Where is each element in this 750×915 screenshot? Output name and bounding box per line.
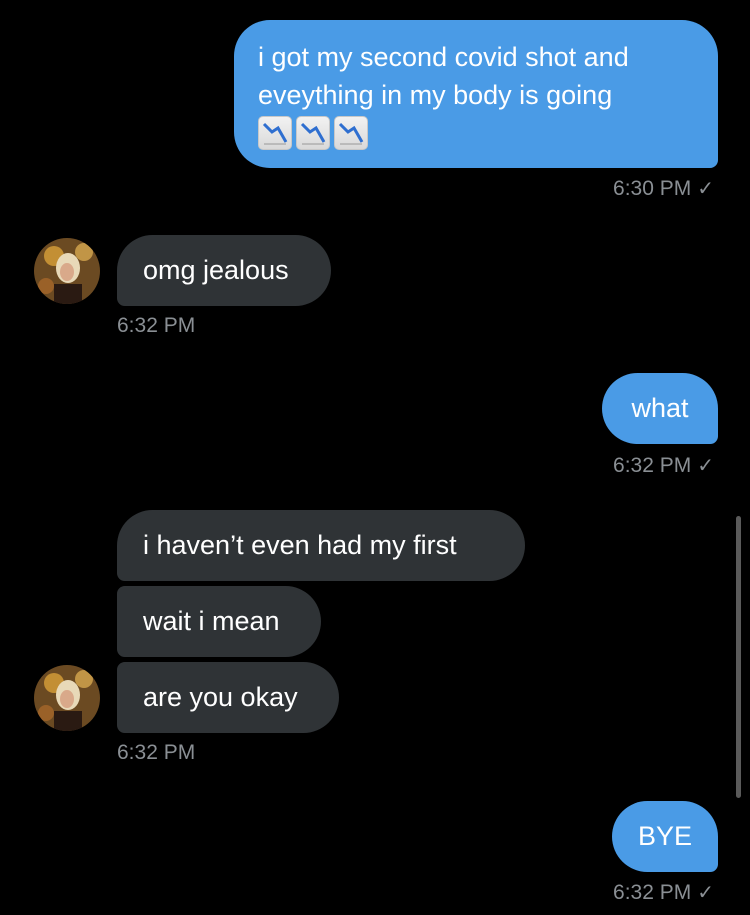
received-message-bubble[interactable]: i haven’t even had my first (117, 510, 525, 581)
message-text: wait i mean (143, 606, 280, 636)
message-text: i haven’t even had my first (143, 530, 457, 560)
contact-avatar[interactable] (34, 238, 100, 304)
message-timestamp: 6:32 PM (117, 741, 196, 764)
chart-decreasing-icon (258, 116, 292, 150)
sent-message-bubble[interactable]: BYE (612, 801, 718, 872)
contact-avatar[interactable] (34, 665, 100, 731)
read-check-icon: ✓ (697, 882, 714, 904)
received-message-bubble[interactable]: are you okay (117, 662, 339, 733)
received-message-bubble[interactable]: wait i mean (117, 586, 321, 657)
message-timestamp: 6:30 PM ✓ (613, 176, 714, 201)
chart-decreasing-icon (334, 116, 368, 150)
sent-message-bubble[interactable]: i got my second covid shot and eveything… (234, 20, 718, 168)
read-check-icon: ✓ (697, 178, 714, 200)
timestamp-text: 6:32 PM (613, 454, 692, 477)
sent-message-bubble[interactable]: what (602, 373, 718, 444)
chart-decreasing-icon (296, 116, 330, 150)
timestamp-text: 6:32 PM (613, 881, 692, 904)
read-check-icon: ✓ (697, 455, 714, 477)
timestamp-text: 6:30 PM (613, 177, 692, 200)
message-text: omg jealous (143, 255, 289, 285)
message-text: i got my second covid shot and (258, 42, 629, 72)
scrollbar[interactable] (736, 516, 741, 798)
message-text: eveything in my body is going (258, 80, 613, 110)
message-timestamp: 6:32 PM ✓ (613, 880, 714, 905)
message-text: what (631, 393, 689, 423)
message-text: BYE (637, 821, 693, 851)
message-timestamp: 6:32 PM ✓ (613, 453, 714, 478)
message-timestamp: 6:32 PM (117, 314, 196, 337)
message-text: are you okay (143, 682, 298, 712)
received-message-bubble[interactable]: omg jealous (117, 235, 331, 306)
